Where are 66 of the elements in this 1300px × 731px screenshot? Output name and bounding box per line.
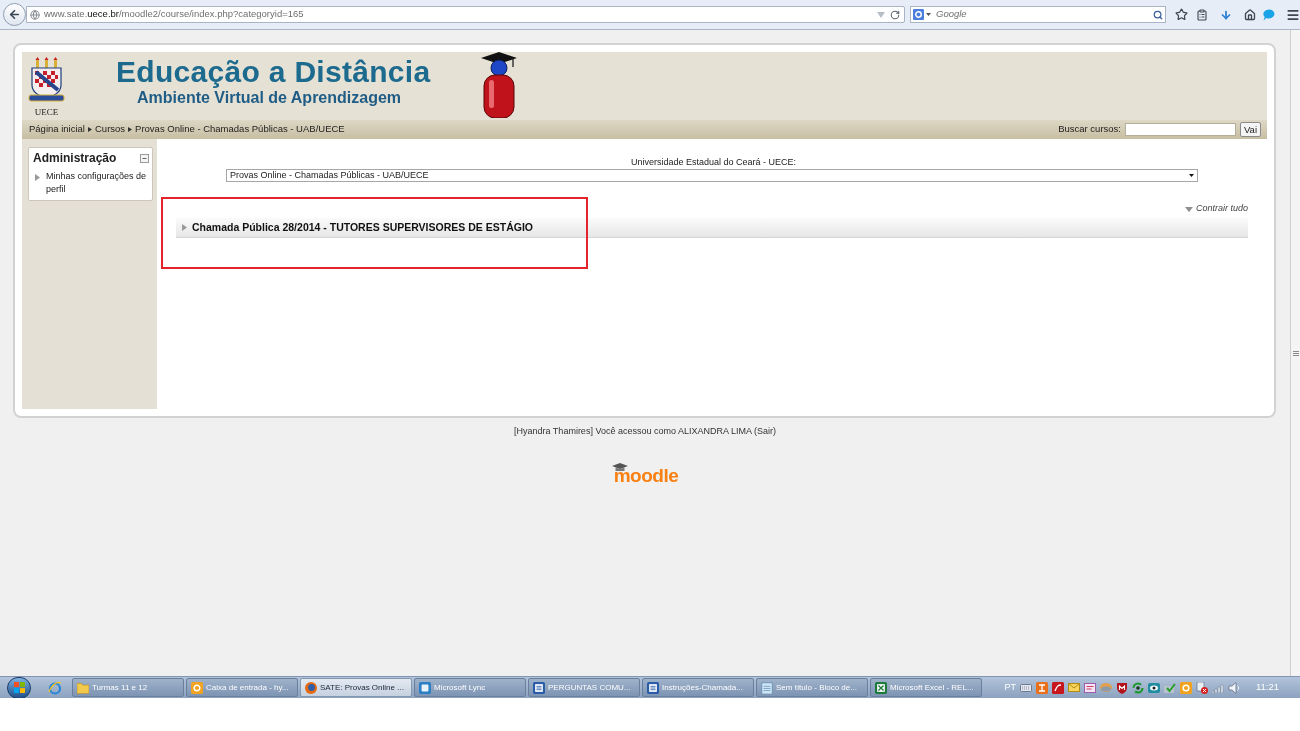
- menu-icon[interactable]: [1286, 7, 1300, 22]
- search-engine-icon[interactable]: [913, 9, 924, 20]
- notepad-icon: [761, 681, 773, 694]
- app-tile-icon[interactable]: [1035, 681, 1048, 694]
- category-jump-label: Universidade Estadual do Ceará - UECE:: [630, 157, 797, 168]
- browser-icon[interactable]: [48, 680, 62, 695]
- card-icon[interactable]: [1083, 682, 1096, 693]
- search-field[interactable]: Google: [910, 6, 1166, 23]
- shield-icon[interactable]: [1115, 681, 1128, 694]
- grip-icon: [1292, 350, 1299, 356]
- spreadsheet-tile-icon: [875, 681, 887, 694]
- envelope-icon[interactable]: [1067, 683, 1080, 692]
- speaker-icon[interactable]: [1227, 681, 1240, 694]
- separator-arrow-icon: [88, 127, 92, 132]
- course-search-label: Buscar cursos:: [1058, 122, 1121, 137]
- category-select[interactable]: Provas Online - Chamadas Públicas - UAB/UECE: [226, 169, 1198, 182]
- back-button[interactable]: [3, 3, 26, 26]
- dropdown-icon: [877, 11, 885, 18]
- site-title: Educação a Distância: [116, 57, 432, 87]
- ring-tile-icon: [191, 681, 203, 694]
- course-search-field[interactable]: [1124, 123, 1236, 136]
- globe-icon: [30, 9, 40, 20]
- caret-icon: [926, 13, 931, 16]
- category-link[interactable]: Chamada Pública 28/2014 - TUTORES SUPERVISORES DE ESTÁGIO: [192, 219, 533, 236]
- document-tile-icon: [647, 681, 659, 694]
- collapse-arrow-icon: [1184, 206, 1193, 212]
- search-icon[interactable]: [1153, 9, 1163, 20]
- home-icon[interactable]: [1244, 8, 1256, 21]
- collapse-all-link[interactable]: Contrair tudo: [1184, 202, 1248, 216]
- university-crest-icon: [28, 57, 65, 103]
- taskbar-button[interactable]: SATE: Provas Online ...: [300, 678, 412, 697]
- search-go-button[interactable]: Vai: [1239, 122, 1261, 137]
- bookmark-star-icon[interactable]: [1175, 8, 1188, 21]
- scrollbar-thumb[interactable]: [1290, 30, 1300, 676]
- block-title: Administração: [33, 150, 117, 167]
- block-link[interactable]: Minhas configurações de perfil: [46, 170, 152, 196]
- speech-bubble-icon[interactable]: [1263, 8, 1275, 21]
- breadcrumb-link[interactable]: Provas Online - Chamadas Públicas - UAB/UECE: [135, 122, 345, 137]
- collapse-icon[interactable]: [140, 153, 149, 163]
- clipboard-icon[interactable]: [1196, 8, 1208, 21]
- document-tile-icon: [533, 681, 545, 694]
- search-input[interactable]: Google: [936, 7, 1153, 22]
- square-tile-icon: [419, 681, 431, 694]
- download-arrow-icon[interactable]: [1220, 8, 1232, 21]
- curve-tile-icon[interactable]: [1051, 681, 1064, 694]
- url-text: www.sate.uece.br/moodle2/course/index.php?categoryid=165: [44, 7, 304, 22]
- breadcrumb-link[interactable]: Página inicial: [29, 122, 85, 137]
- ring-tile-icon[interactable]: [1179, 681, 1192, 694]
- dropdown-arrow-icon: [1189, 174, 1194, 177]
- sync-arrows-icon[interactable]: [1131, 681, 1144, 694]
- four-pane-flag-icon: [13, 682, 25, 693]
- address-bar[interactable]: www.sate.uece.br/moodle2/course/index.php?categoryid=165: [26, 6, 905, 23]
- back-arrow-icon: [8, 8, 21, 21]
- error-badge-icon[interactable]: [1195, 681, 1208, 694]
- start-button[interactable]: [7, 676, 31, 699]
- logo-caption: UECE: [34, 107, 59, 117]
- breadcrumb-link[interactable]: Cursos: [95, 122, 126, 137]
- eye-icon[interactable]: [1147, 682, 1160, 693]
- login-info: [Hyandra Thamires] Você acessou como ALIXANDRA LIMA (Sair): [514, 426, 776, 437]
- separator-arrow-icon: [128, 127, 133, 132]
- site-subtitle: Ambiente Virtual de Aprendizagem: [137, 89, 403, 107]
- orb-icon: [305, 681, 317, 694]
- checkmark-icon[interactable]: [1163, 682, 1176, 693]
- keyboard-icon[interactable]: [1019, 683, 1032, 692]
- folder-icon: [77, 681, 89, 694]
- reload-icon[interactable]: [890, 9, 900, 20]
